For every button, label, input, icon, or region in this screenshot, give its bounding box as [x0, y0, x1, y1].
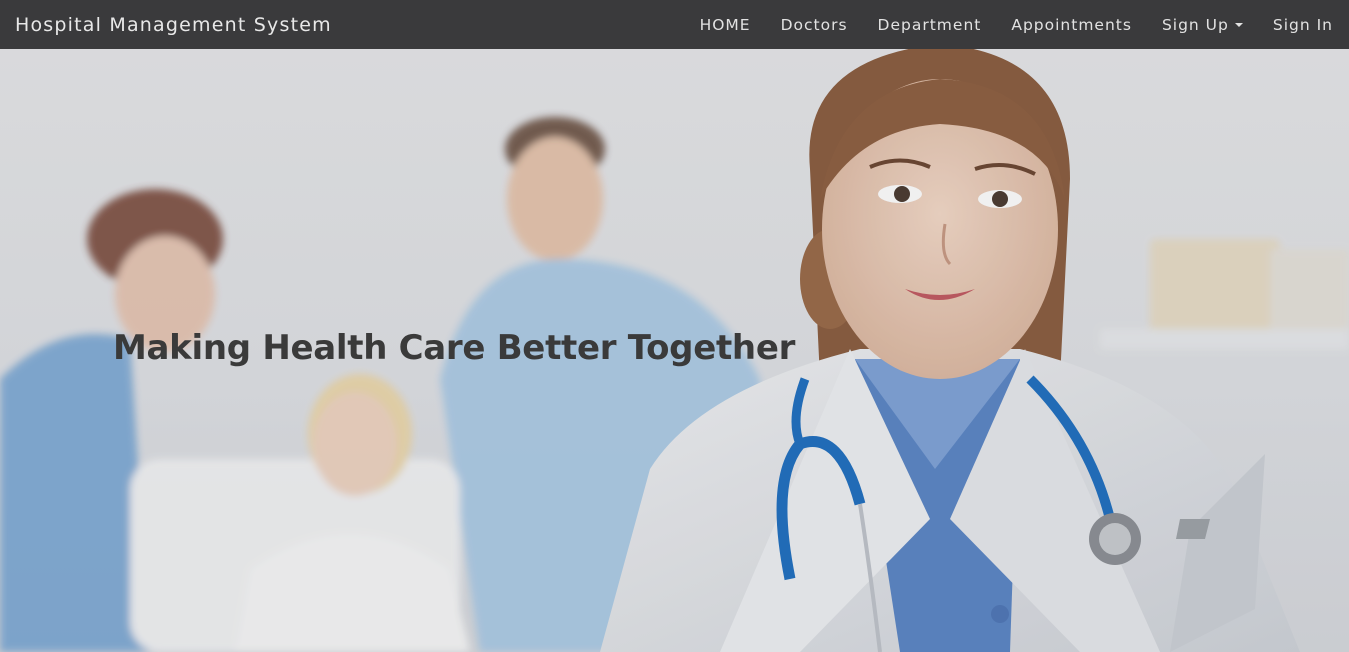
caret-down-icon [1234, 22, 1243, 27]
nav-signup-dropdown[interactable]: Sign Up [1147, 0, 1258, 49]
nav-home[interactable]: HOME [685, 0, 766, 49]
nav-appointments[interactable]: Appointments [996, 0, 1147, 49]
nav-doctors[interactable]: Doctors [766, 0, 863, 49]
navbar: Hospital Management System HOME Doctors … [0, 0, 1349, 49]
nav-signup-label: Sign Up [1161, 15, 1229, 34]
nav-links: HOME Doctors Department Appointments Sig… [685, 0, 1349, 49]
brand-link[interactable]: Hospital Management System [0, 14, 332, 36]
nav-signin[interactable]: Sign In [1258, 0, 1348, 49]
hero-headline: Making Health Care Better Together [113, 328, 796, 368]
hero-banner: Making Health Care Better Together [0, 49, 1349, 652]
nav-department[interactable]: Department [863, 0, 997, 49]
